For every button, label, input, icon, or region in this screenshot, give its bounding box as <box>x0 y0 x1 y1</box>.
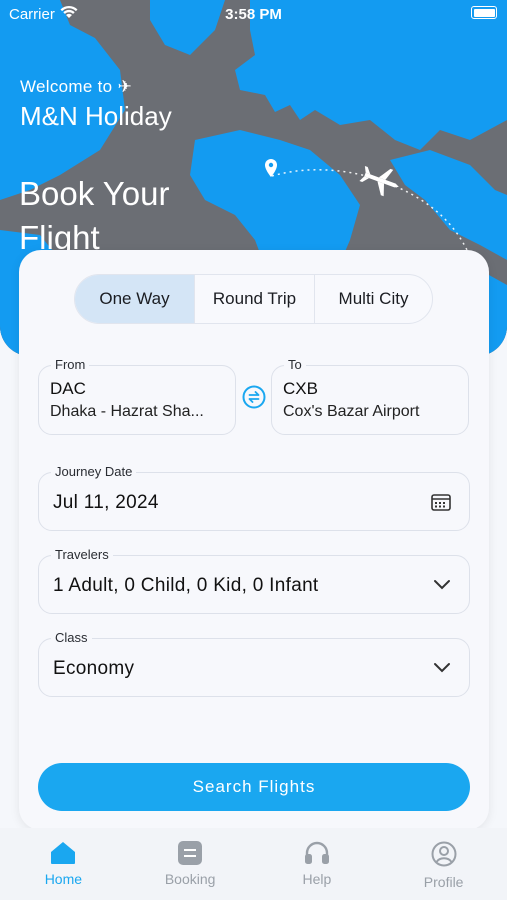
status-bar: Carrier 3:58 PM <box>0 0 507 28</box>
headset-icon <box>304 841 329 864</box>
from-airport: Dhaka - Hazrat Sha... <box>50 403 204 420</box>
class-field[interactable]: Class Economy <box>38 630 470 697</box>
to-field[interactable]: To CXB Cox's Bazar Airport <box>271 357 469 435</box>
battery-icon <box>471 6 497 19</box>
booking-icon <box>178 841 203 865</box>
nav-item-profile[interactable]: Profile <box>380 828 507 900</box>
home-icon <box>51 842 76 864</box>
trip-type-tabs: One Way Round Trip Multi City <box>74 274 433 324</box>
nav-label-profile: Profile <box>423 874 464 890</box>
to-label: To <box>284 357 306 372</box>
tab-multi-city[interactable]: Multi City <box>314 275 432 323</box>
chevron-down-icon <box>434 663 450 673</box>
to-code: CXB <box>283 379 318 398</box>
from-code: DAC <box>50 379 86 398</box>
nav-item-home[interactable]: Home <box>0 828 127 900</box>
app-screen: Carrier 3:58 PM Welcome to ✈ M&N Holiday… <box>0 0 507 900</box>
nav-item-help[interactable]: Help <box>254 828 381 900</box>
tab-round-trip[interactable]: Round Trip <box>194 275 314 323</box>
bottom-nav: Home Booking Help Profile <box>0 828 507 900</box>
clock-time: 3:58 PM <box>225 6 282 23</box>
nav-label-booking: Booking <box>164 871 216 887</box>
travelers-field[interactable]: Travelers 1 Adult, 0 Child, 0 Kid, 0 Inf… <box>38 547 470 614</box>
nav-label-help: Help <box>302 871 332 887</box>
profile-icon <box>431 841 457 867</box>
to-airport: Cox's Bazar Airport <box>283 403 420 420</box>
search-flights-button[interactable]: Search Flights <box>38 763 470 811</box>
tab-one-way[interactable]: One Way <box>75 275 194 323</box>
nav-item-booking[interactable]: Booking <box>127 828 254 900</box>
travelers-value: 1 Adult, 0 Child, 0 Kid, 0 Infant <box>53 575 319 596</box>
calendar-icon[interactable] <box>431 493 451 511</box>
nav-label-home: Home <box>44 871 83 887</box>
class-label: Class <box>51 630 92 645</box>
brand-name: M&N Holiday <box>20 101 172 131</box>
class-value: Economy <box>53 658 135 679</box>
travelers-label: Travelers <box>51 547 113 562</box>
journey-date-label: Journey Date <box>51 464 137 479</box>
journey-date-field[interactable]: Journey Date Jul 11, 2024 <box>38 464 470 531</box>
from-field[interactable]: From DAC Dhaka - Hazrat Sha... <box>38 357 236 435</box>
from-label: From <box>51 357 90 372</box>
page-headline: Book Your Flight <box>19 175 170 256</box>
welcome-text: Welcome to ✈ <box>20 77 133 96</box>
search-card: One Way Round Trip Multi City From DAC D… <box>19 250 489 830</box>
swap-icon[interactable] <box>242 385 266 409</box>
chevron-down-icon <box>434 580 450 590</box>
journey-date-value: Jul 11, 2024 <box>53 492 159 513</box>
